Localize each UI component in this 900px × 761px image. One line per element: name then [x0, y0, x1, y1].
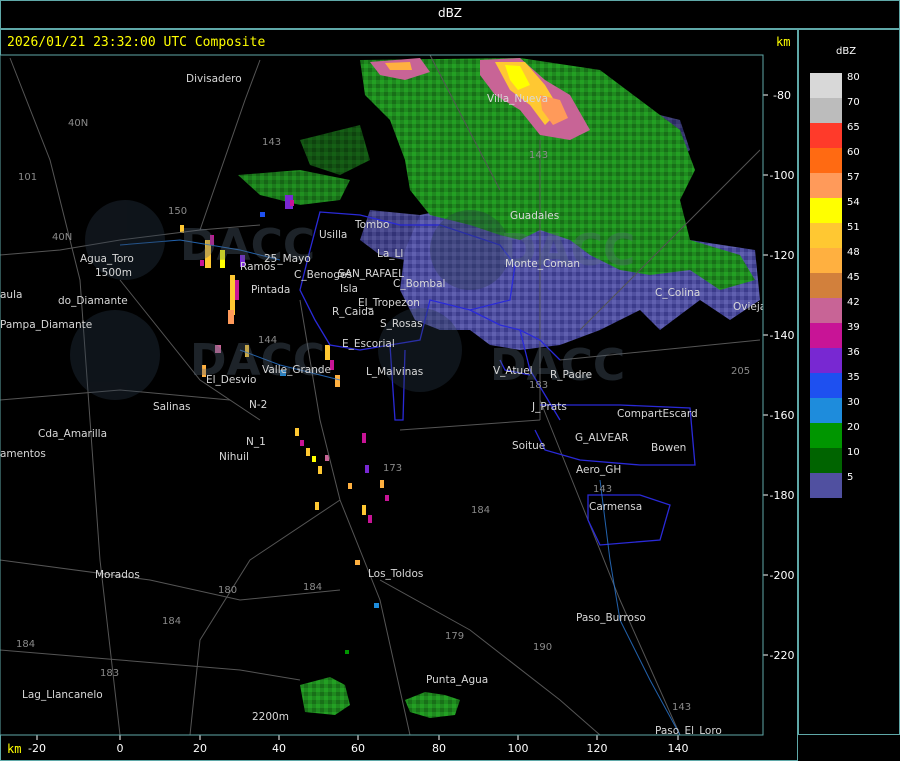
legend-value: 20: [847, 422, 860, 433]
legend-swatch: [810, 373, 842, 398]
legend-value: 45: [847, 272, 860, 283]
x-tick-label: 80: [432, 742, 446, 755]
legend-value: 54: [847, 197, 860, 208]
x-tick-label: 140: [668, 742, 689, 755]
legend-swatch: [810, 273, 842, 298]
x-tick-label: 100: [508, 742, 529, 755]
legend-value: 35: [847, 372, 860, 383]
y-tick-label: -120: [770, 249, 795, 262]
y-tick-label: -80: [773, 89, 791, 102]
legend-value: 80: [847, 72, 860, 83]
legend-swatch: [810, 323, 842, 348]
legend-value: 36: [847, 347, 860, 358]
legend-swatch: [810, 148, 842, 173]
legend-value: 70: [847, 97, 860, 108]
legend-swatch: [810, 223, 842, 248]
map-border: [0, 54, 764, 736]
axis-overlay: -20 0 20 40 60 80 100 120 140 -80-100-120-140-16…: [0, 54, 794, 755]
x-tick-label: 60: [351, 742, 365, 755]
legend-swatch: [810, 73, 842, 98]
x-tick-label: 120: [587, 742, 608, 755]
y-tick-label: -140: [770, 329, 795, 342]
x-tick-label: 40: [272, 742, 286, 755]
legend-value: 65: [847, 122, 860, 133]
y-axis-ticks: -80 -100 -120 -140 -160 -180 -200 -220: [763, 89, 794, 662]
legend-swatch: [810, 448, 842, 473]
legend-title: dBZ: [836, 46, 857, 57]
legend-swatch: [810, 123, 842, 148]
x-tick-label: 20: [193, 742, 207, 755]
y-tick-label: -160: [770, 409, 795, 422]
y-tick-label: -200: [770, 569, 795, 582]
legend-swatch: [810, 348, 842, 373]
legend-value: 51: [847, 222, 860, 233]
legend-swatch: [810, 298, 842, 323]
legend-swatch: [810, 173, 842, 198]
x-tick-label: 0: [117, 742, 124, 755]
legend-color-bar: [810, 73, 842, 498]
legend-value: 30: [847, 397, 860, 408]
legend-swatch: [810, 98, 842, 123]
legend-value: 5: [847, 472, 854, 483]
legend-value: 57: [847, 172, 860, 183]
y-tick-label: -220: [770, 649, 795, 662]
legend-swatch: [810, 248, 842, 273]
legend-labels: 80 70 65 60 57 54 51 48 45 42 39 36 35 30 20 10 5: [847, 73, 860, 498]
legend-value: 60: [847, 147, 860, 158]
legend-swatch: [810, 198, 842, 223]
legend-swatch: [810, 473, 842, 498]
legend-value: 48: [847, 247, 860, 258]
legend-swatch: [810, 423, 842, 448]
x-tick-label: -20: [28, 742, 46, 755]
legend-value: 10: [847, 447, 860, 458]
y-tick-label: -100: [770, 169, 795, 182]
legend-panel: dBZ 80 70 65 60 57 54 51 48 45 42 39 36 35 30 20 10 5: [798, 29, 900, 735]
legend-value: 39: [847, 322, 860, 333]
legend-swatch: [810, 398, 842, 423]
y-tick-label: -180: [770, 489, 795, 502]
x-axis-ticks: -20 0 20 40 60 80 100 120 140: [28, 735, 689, 755]
legend-value: 42: [847, 297, 860, 308]
